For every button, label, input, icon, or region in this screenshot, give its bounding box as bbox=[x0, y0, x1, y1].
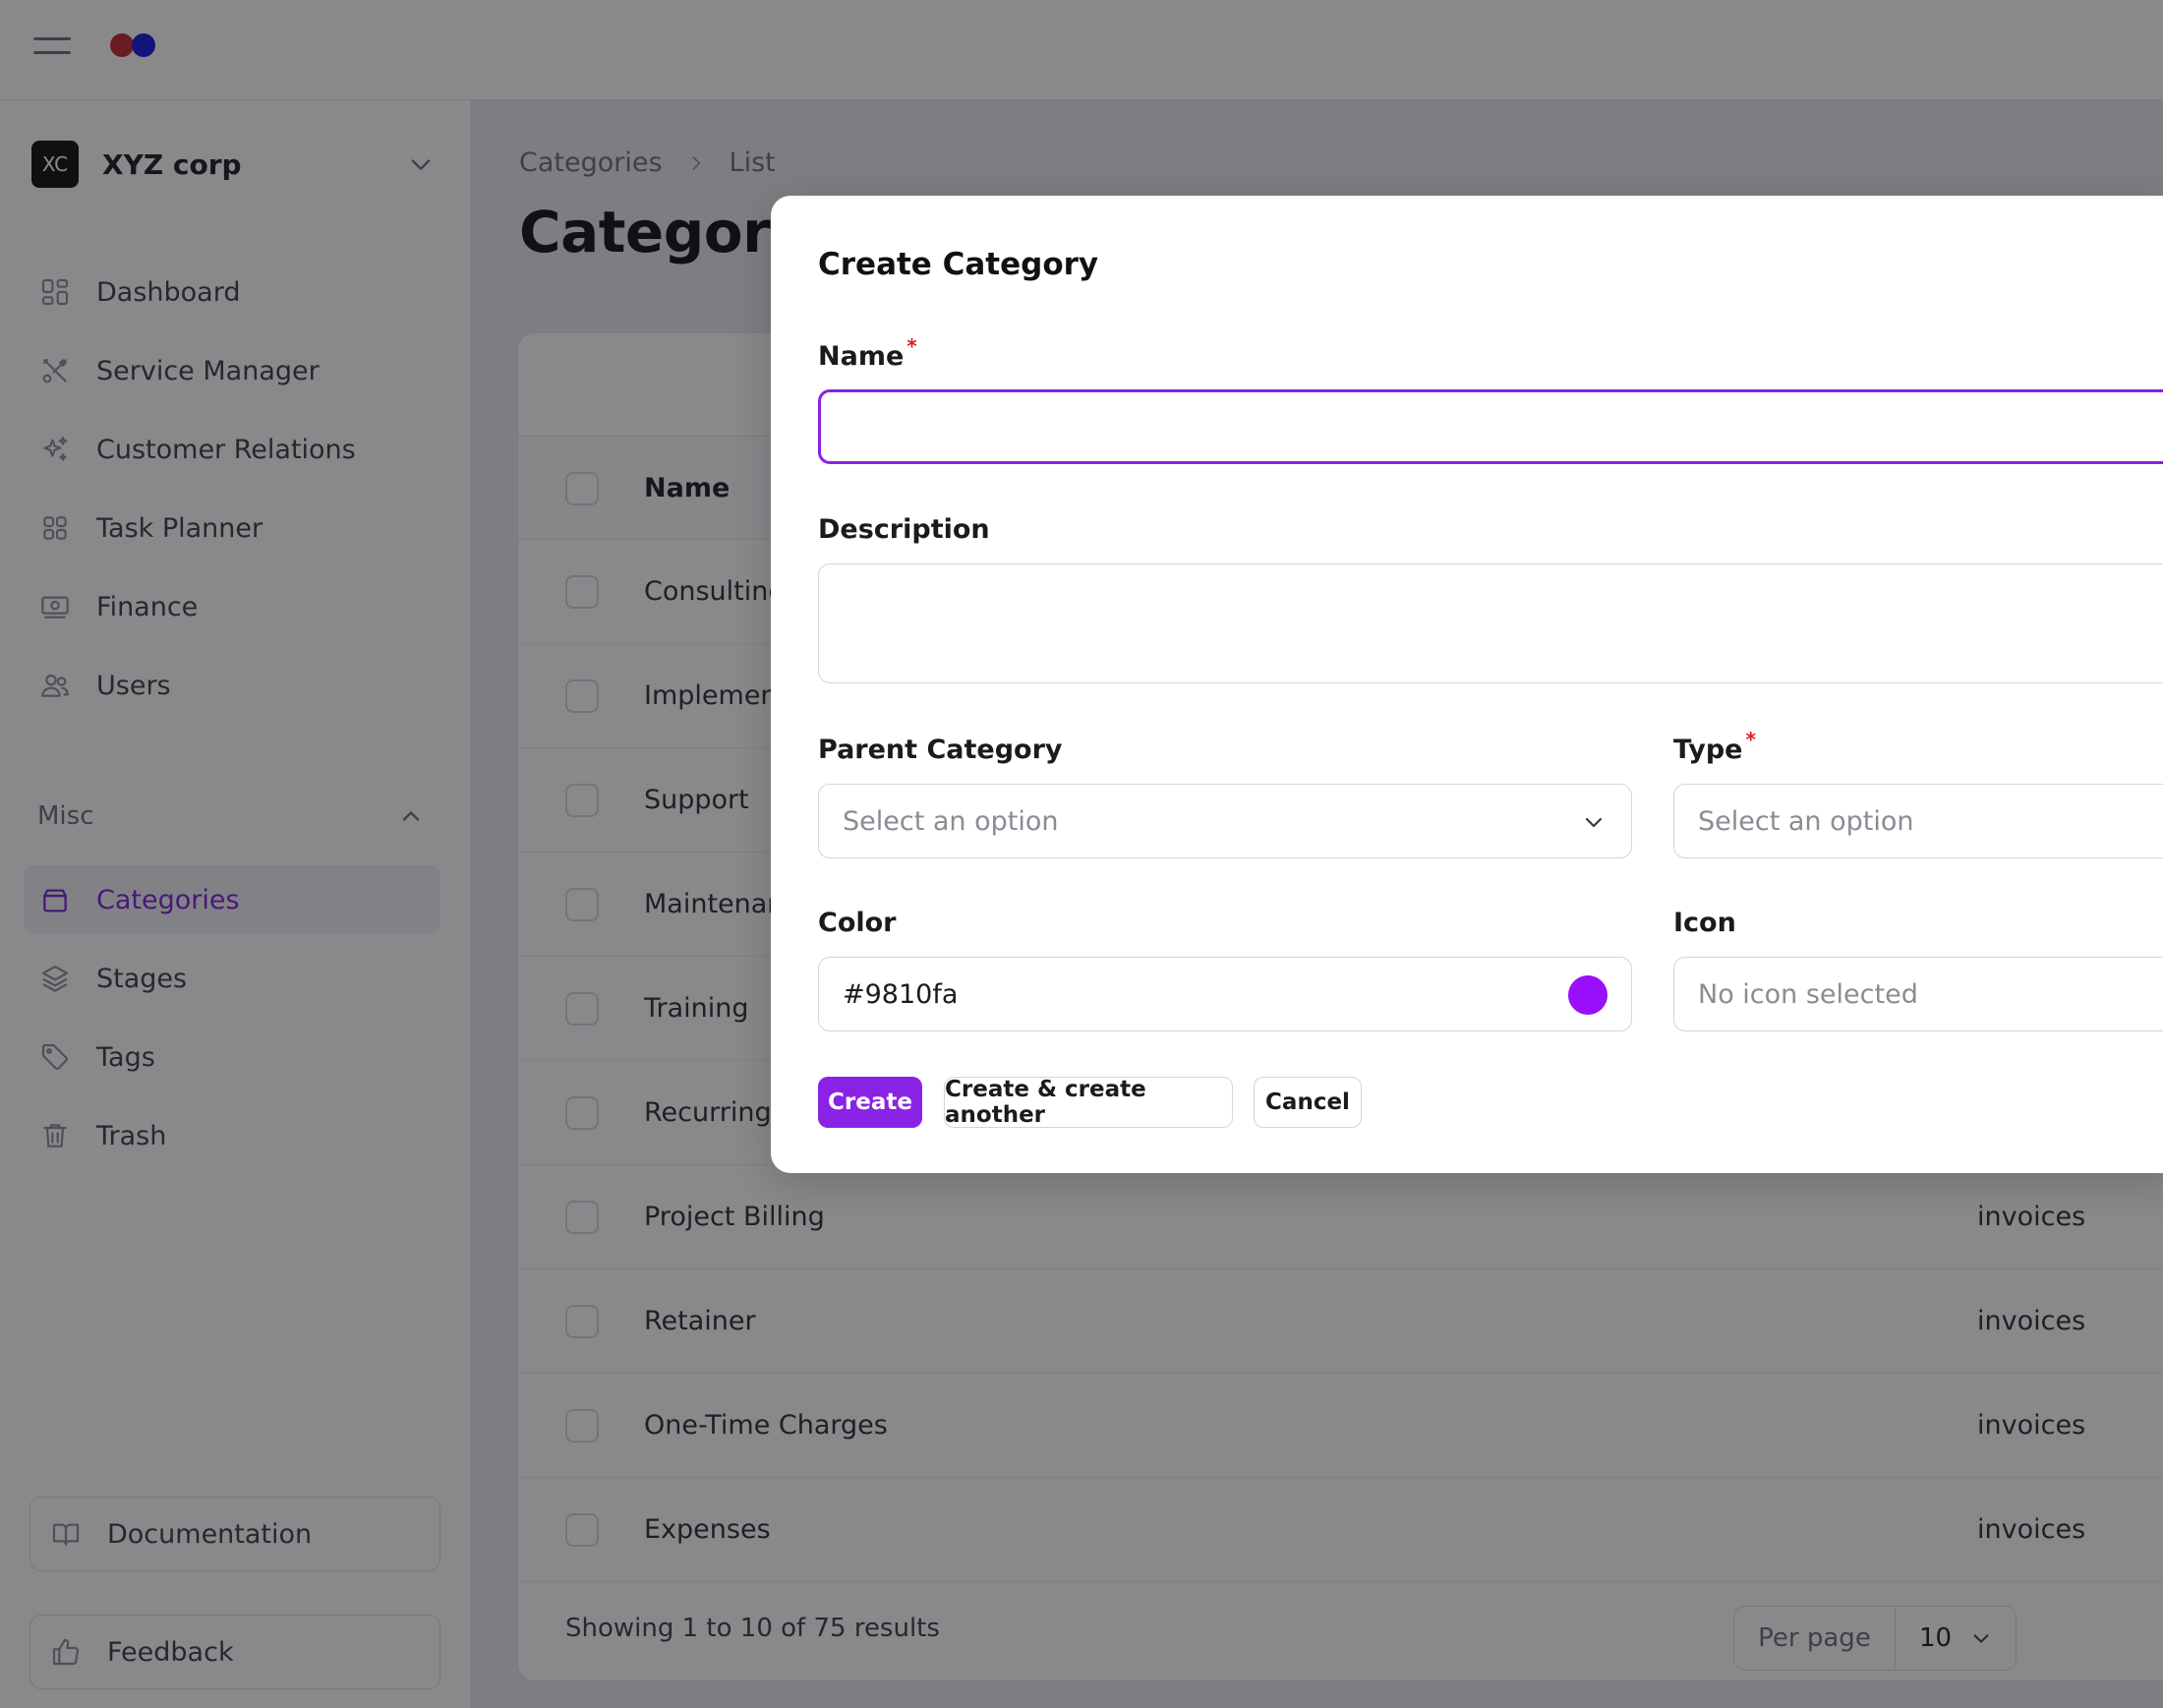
parent-category-select[interactable]: Select an option bbox=[818, 784, 1632, 858]
app-window: XC XYZ corp Dashboard Service Manager Cu… bbox=[0, 0, 2163, 1708]
name-input[interactable] bbox=[818, 389, 2163, 464]
type-placeholder: Select an option bbox=[1698, 805, 1914, 837]
description-input[interactable] bbox=[818, 563, 2163, 683]
required-mark: * bbox=[906, 334, 917, 358]
modal-title: Create Category bbox=[818, 247, 1099, 282]
type-label: Type * bbox=[1673, 728, 1756, 765]
create-button[interactable]: Create bbox=[818, 1077, 922, 1128]
create-another-button[interactable]: Create & create another bbox=[944, 1077, 1233, 1128]
color-label: Color bbox=[818, 908, 897, 938]
icon-select[interactable]: No icon selected bbox=[1673, 957, 2163, 1031]
required-mark: * bbox=[1745, 728, 1756, 751]
color-input[interactable]: #9810fa bbox=[818, 957, 1632, 1031]
type-label-text: Type bbox=[1673, 735, 1743, 765]
type-select[interactable]: Select an option bbox=[1673, 784, 2163, 858]
icon-label: Icon bbox=[1673, 908, 1736, 938]
name-label-text: Name bbox=[818, 341, 905, 372]
icon-placeholder: No icon selected bbox=[1698, 978, 1918, 1010]
name-label: Name * bbox=[818, 334, 917, 372]
parent-category-placeholder: Select an option bbox=[843, 805, 1059, 837]
chevron-down-icon bbox=[1585, 817, 1603, 828]
color-swatch[interactable] bbox=[1568, 975, 1608, 1015]
color-value: #9810fa bbox=[843, 978, 959, 1010]
parent-category-label: Parent Category bbox=[818, 735, 1063, 765]
cancel-button[interactable]: Cancel bbox=[1254, 1077, 1362, 1128]
description-label: Description bbox=[818, 514, 990, 545]
create-category-modal: Create Category Name * Description Parent… bbox=[771, 196, 2163, 1173]
